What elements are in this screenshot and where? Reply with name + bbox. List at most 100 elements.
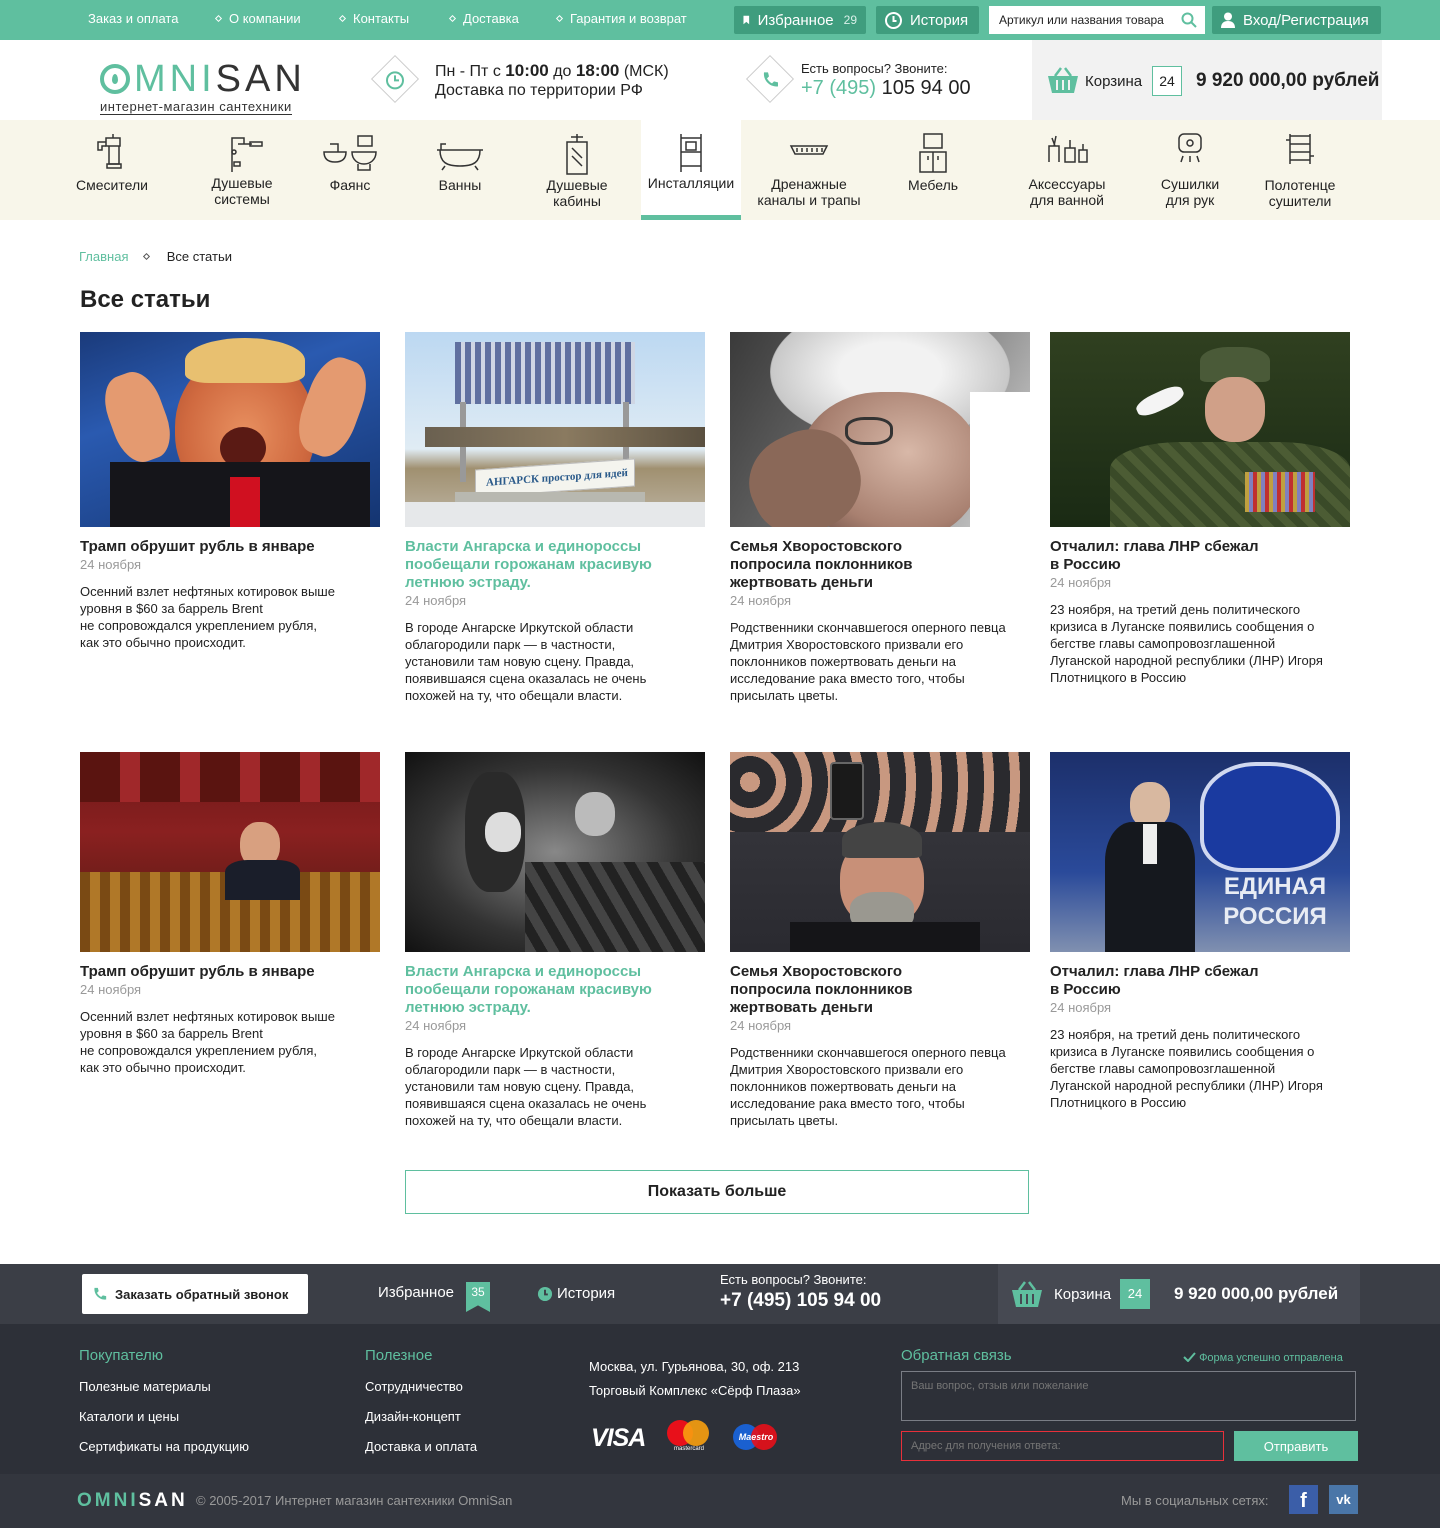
- favorites-label: Избранное: [757, 11, 834, 29]
- excerpt-line: как это обычно происходит.: [80, 1060, 246, 1075]
- footer-phone-question: Есть вопросы? Звоните:: [720, 1272, 867, 1287]
- nav-warranty[interactable]: Гарантия и возврат: [555, 11, 687, 26]
- article-card[interactable]: ЕДИНАЯ РОССИЯ Отчалил: глава ЛНР сбежал в …: [1050, 752, 1350, 1111]
- nav-contacts[interactable]: Контакты: [338, 11, 409, 26]
- article-title-line: Отчалил: глава ЛНР сбежал: [1050, 538, 1259, 555]
- header-cart[interactable]: Корзина 24 9 920 000,00 рублей: [1032, 40, 1382, 120]
- article-title-line: Семья Хворостовского: [730, 538, 903, 555]
- feedback-send-button[interactable]: Отправить: [1234, 1431, 1358, 1461]
- article-image[interactable]: АНГАРСК простор для идей: [405, 332, 705, 527]
- nav-order-payment[interactable]: Заказ и оплата: [88, 11, 178, 26]
- footer-link[interactable]: Сертификаты на продукцию: [79, 1439, 249, 1454]
- party-sign-line: ЕДИНАЯ: [1223, 873, 1327, 900]
- category-baths[interactable]: Ванны: [410, 120, 510, 220]
- article-title-line: летнюю эстраду.: [405, 574, 531, 591]
- callback-button[interactable]: Заказать обратный звонок: [82, 1274, 308, 1314]
- article-title[interactable]: Власти Ангарска и единороссы пообещали го…: [405, 538, 705, 592]
- footer-history-link[interactable]: История: [557, 1285, 615, 1302]
- article-title[interactable]: Семья Хворостовского попросила поклоннико…: [730, 538, 1030, 592]
- article-title[interactable]: Трамп обрушит рубль в январе: [80, 963, 380, 981]
- article-image[interactable]: [405, 752, 705, 952]
- category-label-line1: Душевые: [211, 175, 273, 191]
- article-excerpt: В городе Ангарске Иркутской области облаг…: [405, 1044, 705, 1129]
- hours-prefix: Пн - Пт с: [435, 63, 501, 80]
- article-title-line: пообещали горожанам красивую: [405, 556, 652, 573]
- category-accessories[interactable]: Аксессуары для ванной: [1012, 120, 1122, 220]
- footer-cart[interactable]: Корзина 24 9 920 000,00 рублей: [998, 1264, 1360, 1324]
- show-more-button[interactable]: Показать больше: [405, 1170, 1029, 1214]
- footer-col-title: Покупателю: [79, 1347, 164, 1364]
- footer-logo[interactable]: OMNISAN: [77, 1490, 188, 1512]
- category-ceramics[interactable]: Фаянс: [300, 120, 400, 220]
- footer-link[interactable]: Полезные материалы: [79, 1379, 211, 1394]
- article-title[interactable]: Трамп обрушит рубль в январе: [80, 538, 380, 556]
- login-button[interactable]: Вход/Регистрация: [1212, 6, 1381, 34]
- phone-badge: [745, 54, 795, 104]
- breadcrumb-home[interactable]: Главная: [79, 249, 128, 264]
- shower-icon: [231, 137, 263, 172]
- article-card[interactable]: Семья Хворостовского попросила поклоннико…: [730, 752, 1030, 1129]
- article-card[interactable]: Власти Ангарска и единороссы пообещали го…: [405, 752, 705, 1129]
- category-nav: Смесители Душевые системы Фаянс Ванны Душ…: [0, 120, 1440, 220]
- footer-link[interactable]: Дизайн-концепт: [365, 1409, 461, 1424]
- article-image[interactable]: ЕДИНАЯ РОССИЯ: [1050, 752, 1350, 952]
- category-mixers[interactable]: Смесители: [57, 120, 167, 220]
- footer-favorites-link[interactable]: Избранное: [378, 1284, 454, 1301]
- bookmark-icon: [743, 15, 750, 25]
- article-title-line: Власти Ангарска и единороссы: [405, 538, 642, 555]
- category-label: Фаянс: [329, 177, 371, 193]
- category-hand-dryers[interactable]: Сушилки для рук: [1140, 120, 1240, 220]
- article-title[interactable]: Власти Ангарска и единороссы пообещали го…: [405, 963, 705, 1017]
- site-logo[interactable]: MNI SAN интернет-магазин сантехники: [100, 60, 306, 116]
- footer-link[interactable]: Каталоги и цены: [79, 1409, 179, 1424]
- category-towel-warmers[interactable]: Полотенце сушители: [1250, 120, 1350, 220]
- nav-delivery[interactable]: Доставка: [448, 11, 519, 26]
- category-label: Мебель: [907, 177, 959, 193]
- article-card[interactable]: Трамп обрушит рубль в январе 24 ноября О…: [80, 752, 380, 1076]
- faucet-icon: [97, 134, 122, 169]
- article-excerpt: В городе Ангарске Иркутской области облаг…: [405, 619, 705, 704]
- excerpt-line: бегстве главы самопровозглашенной: [1050, 1061, 1276, 1076]
- article-image[interactable]: [730, 752, 1030, 952]
- hours-mid: до: [553, 63, 572, 80]
- article-card[interactable]: АНГАРСК простор для идей Власти Ангарска…: [405, 332, 705, 704]
- excerpt-line: облагородили парк — в частности,: [405, 637, 616, 652]
- facebook-icon[interactable]: f: [1289, 1485, 1318, 1514]
- excerpt-line: установили там новую сцену. Правда,: [405, 654, 635, 669]
- footer-link[interactable]: Сотрудничество: [365, 1379, 463, 1394]
- excerpt-line: поклонников пожертвовать деньги на: [730, 654, 957, 669]
- category-shower-cabins[interactable]: Душевые кабины: [527, 120, 627, 220]
- search-input[interactable]: [989, 6, 1205, 34]
- article-title[interactable]: Семья Хворостовского попросила поклоннико…: [730, 963, 1030, 1017]
- category-label-line2: каналы и трапы: [757, 192, 861, 208]
- article-card[interactable]: Трамп обрушит рубль в январе 24 ноября О…: [80, 332, 380, 651]
- article-image[interactable]: [1050, 332, 1350, 527]
- logo-subtitle: интернет-магазин сантехники: [100, 99, 292, 115]
- category-installations[interactable]: Инсталляции: [641, 120, 741, 220]
- vk-icon[interactable]: vk: [1329, 1485, 1358, 1514]
- article-card[interactable]: Отчалил: глава ЛНР сбежал в Россию 24 ноя…: [1050, 332, 1350, 686]
- category-drainage[interactable]: Дренажные каналы и трапы: [750, 120, 868, 220]
- favorites-button[interactable]: Избранное 29: [734, 6, 866, 34]
- search-icon[interactable]: [1181, 12, 1197, 28]
- article-title[interactable]: Отчалил: глава ЛНР сбежал в Россию: [1050, 538, 1350, 574]
- feedback-question-field[interactable]: [901, 1371, 1356, 1421]
- feedback-title: Обратная связь: [901, 1347, 1012, 1364]
- article-image[interactable]: [730, 332, 1030, 527]
- footer-phone[interactable]: +7 (495) 105 94 00: [720, 1290, 881, 1312]
- category-furniture[interactable]: Мебель: [883, 120, 983, 220]
- social-label: Мы в социальных сетях:: [1121, 1493, 1269, 1508]
- article-excerpt: 23 ноября, на третий день политического к…: [1050, 1026, 1350, 1111]
- article-image[interactable]: [80, 332, 380, 527]
- maestro-text: Maestro: [738, 1432, 774, 1442]
- article-title[interactable]: Отчалил: глава ЛНР сбежал в Россию: [1050, 963, 1350, 999]
- article-image[interactable]: [80, 752, 380, 952]
- category-shower-systems[interactable]: Душевые системы: [187, 120, 297, 220]
- nav-about[interactable]: О компании: [214, 11, 301, 26]
- header-phone[interactable]: +7 (495) 105 94 00: [801, 77, 971, 100]
- feedback-address-field[interactable]: [901, 1431, 1224, 1461]
- article-card[interactable]: Семья Хворостовского попросила поклоннико…: [730, 332, 1030, 704]
- excerpt-line: похожей на ту, что обещали власти.: [405, 1113, 623, 1128]
- footer-link[interactable]: Доставка и оплата: [365, 1439, 477, 1454]
- history-button[interactable]: История: [876, 6, 979, 34]
